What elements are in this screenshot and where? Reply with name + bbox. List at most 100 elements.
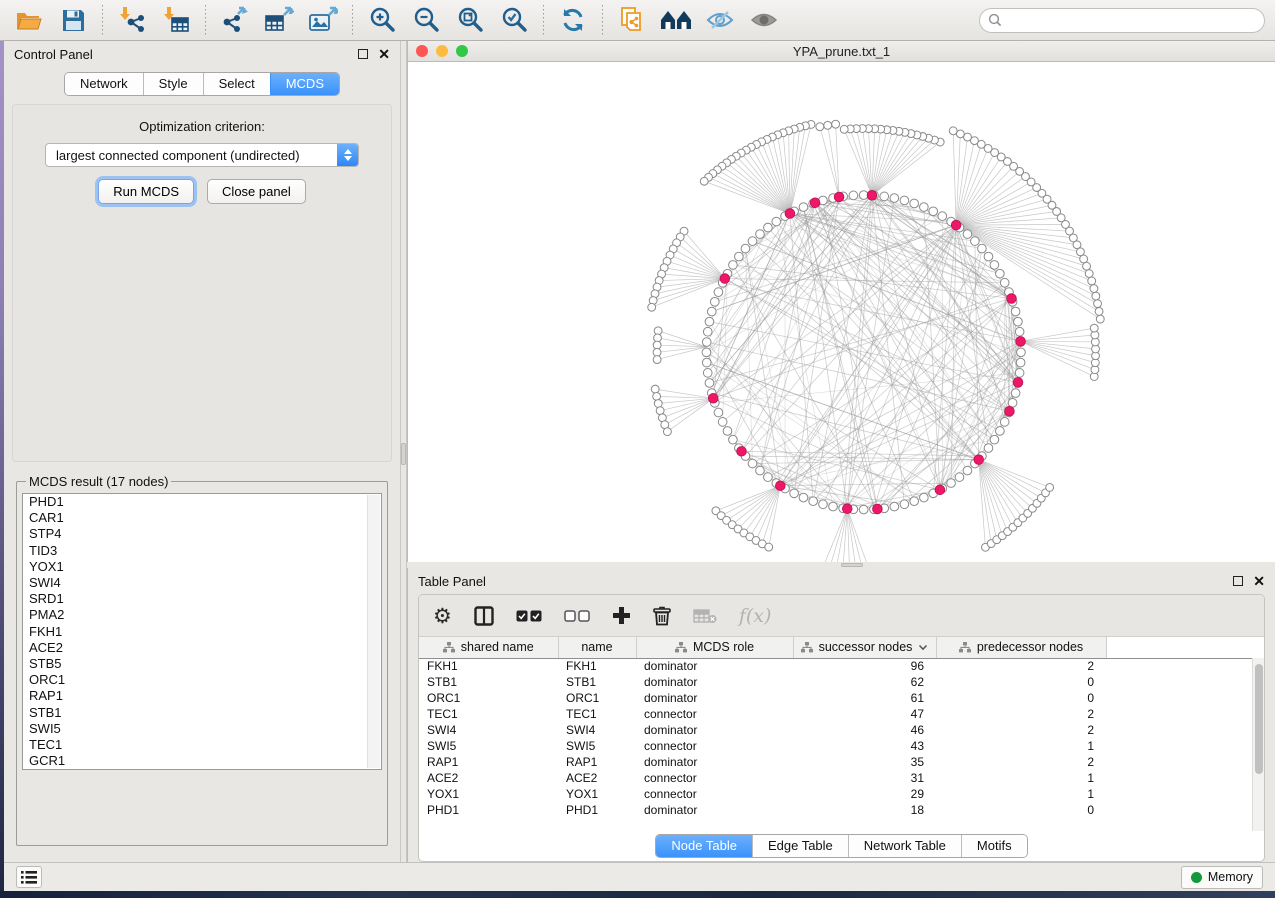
table-row[interactable]: YOX1YOX1connector291 (419, 786, 1257, 802)
graph-node[interactable] (880, 192, 889, 201)
mcds-result-item[interactable]: TEC1 (23, 737, 381, 753)
close-panel-button[interactable]: Close panel (207, 179, 306, 204)
mcds-result-item[interactable]: SWI4 (23, 575, 381, 591)
column-header-predecessor-nodes[interactable]: predecessor nodes (936, 637, 1106, 658)
tab-network[interactable]: Network (65, 73, 143, 95)
graph-node[interactable] (920, 493, 929, 502)
graph-node[interactable] (1088, 277, 1096, 285)
graph-node[interactable] (1095, 307, 1103, 315)
table-row[interactable]: TEC1TEC1connector472 (419, 706, 1257, 722)
mcds-result-item[interactable]: STP4 (23, 526, 381, 542)
graph-node[interactable] (729, 435, 738, 444)
graph-node[interactable] (990, 261, 999, 270)
graph-hub-node[interactable] (842, 504, 852, 514)
network-titlebar[interactable]: YPA_prune.txt_1 (408, 41, 1275, 62)
mcds-result-item[interactable]: FKH1 (23, 624, 381, 640)
graph-node[interactable] (949, 127, 957, 135)
graph-hub-node[interactable] (775, 481, 785, 491)
delete-column-icon[interactable] (653, 606, 671, 626)
graph-node[interactable] (1011, 389, 1020, 398)
graph-hub-node[interactable] (834, 192, 844, 202)
horizontal-splitter[interactable] (407, 562, 1275, 568)
graph-node[interactable] (653, 392, 661, 400)
mcds-result-item[interactable]: RAP1 (23, 688, 381, 704)
first-neighbors-icon[interactable] (657, 3, 695, 37)
graph-node[interactable] (651, 385, 659, 393)
table-row[interactable]: FKH1FKH1dominator962 (419, 658, 1257, 674)
graph-node[interactable] (729, 261, 738, 270)
graph-hub-node[interactable] (1013, 378, 1023, 388)
column-header-successor-nodes[interactable]: successor nodes (793, 637, 936, 658)
import-table-icon[interactable] (157, 3, 195, 37)
select-all-rows-icon[interactable] (516, 610, 542, 622)
mcds-result-item[interactable]: PHD1 (23, 494, 381, 510)
tab-mcds[interactable]: MCDS (270, 73, 339, 95)
graph-node[interactable] (824, 121, 832, 129)
graph-node[interactable] (1015, 369, 1024, 378)
graph-node[interactable] (1011, 307, 1020, 316)
deselect-all-rows-icon[interactable] (564, 610, 590, 622)
graph-hub-node[interactable] (1016, 336, 1026, 346)
graph-node[interactable] (648, 303, 656, 311)
graph-node[interactable] (840, 125, 848, 133)
table-tab-motifs[interactable]: Motifs (961, 835, 1027, 857)
graph-node[interactable] (996, 269, 1005, 278)
graph-node[interactable] (702, 338, 711, 347)
mcds-result-item[interactable]: STB5 (23, 656, 381, 672)
add-column-icon[interactable] (612, 606, 631, 625)
graph-node[interactable] (723, 427, 732, 436)
graph-hub-node[interactable] (720, 274, 730, 284)
graph-node[interactable] (938, 212, 947, 221)
zoom-in-icon[interactable] (363, 3, 401, 37)
graph-node[interactable] (756, 230, 765, 239)
mcds-result-list[interactable]: PHD1CAR1STP4TID3YOX1SWI4SRD1PMA2FKH1ACE2… (22, 493, 382, 770)
graph-node[interactable] (705, 317, 714, 326)
mcds-result-item[interactable]: YOX1 (23, 559, 381, 575)
splitter-handle[interactable] (841, 563, 863, 567)
mcds-result-item[interactable]: SWI5 (23, 721, 381, 737)
zoom-selected-icon[interactable] (495, 3, 533, 37)
mcds-result-item[interactable]: GCR1 (23, 753, 381, 769)
graph-hub-node[interactable] (737, 446, 747, 456)
graph-node[interactable] (832, 120, 840, 128)
graph-node[interactable] (984, 444, 993, 453)
hide-selected-icon[interactable] (701, 3, 739, 37)
graph-node[interactable] (1016, 358, 1025, 367)
graph-node[interactable] (748, 459, 757, 468)
graph-hub-node[interactable] (951, 220, 961, 230)
save-session-icon[interactable] (54, 3, 92, 37)
graph-node[interactable] (714, 288, 723, 297)
graph-node[interactable] (971, 237, 980, 246)
graph-node[interactable] (718, 418, 727, 427)
table-options-icon[interactable]: ⚙ (433, 606, 452, 626)
graph-node[interactable] (819, 500, 828, 509)
graph-node[interactable] (910, 199, 919, 208)
table-row[interactable]: STB1STB1dominator620 (419, 674, 1257, 690)
graph-node[interactable] (799, 203, 808, 212)
graph-node[interactable] (654, 327, 662, 335)
graph-node[interactable] (703, 327, 712, 336)
graph-node[interactable] (963, 466, 972, 475)
graph-node[interactable] (1096, 315, 1104, 323)
export-network-icon[interactable] (216, 3, 254, 37)
mcds-result-item[interactable]: SRD1 (23, 591, 381, 607)
graph-node[interactable] (910, 497, 919, 506)
graph-node[interactable] (1000, 278, 1009, 287)
graph-hub-node[interactable] (1005, 406, 1015, 416)
graph-node[interactable] (1008, 398, 1017, 407)
table-row[interactable]: PHD1PHD1dominator180 (419, 802, 1257, 818)
mcds-result-item[interactable]: STB1 (23, 705, 381, 721)
table-row[interactable]: SWI4SWI4dominator462 (419, 722, 1257, 738)
close-panel-icon[interactable]: ✕ (1253, 576, 1265, 586)
graph-node[interactable] (859, 505, 868, 514)
table-tab-edge-table[interactable]: Edge Table (752, 835, 848, 857)
mcds-result-item[interactable]: CAR1 (23, 510, 381, 526)
graph-hub-node[interactable] (785, 209, 795, 219)
mcds-result-item[interactable]: ORC1 (23, 672, 381, 688)
graph-hub-node[interactable] (867, 190, 877, 200)
graph-node[interactable] (984, 252, 993, 261)
graph-hub-node[interactable] (1007, 294, 1017, 304)
column-header-shared-name[interactable]: shared name (419, 637, 558, 658)
export-table-icon[interactable] (260, 3, 298, 37)
clone-network-icon[interactable] (613, 3, 651, 37)
